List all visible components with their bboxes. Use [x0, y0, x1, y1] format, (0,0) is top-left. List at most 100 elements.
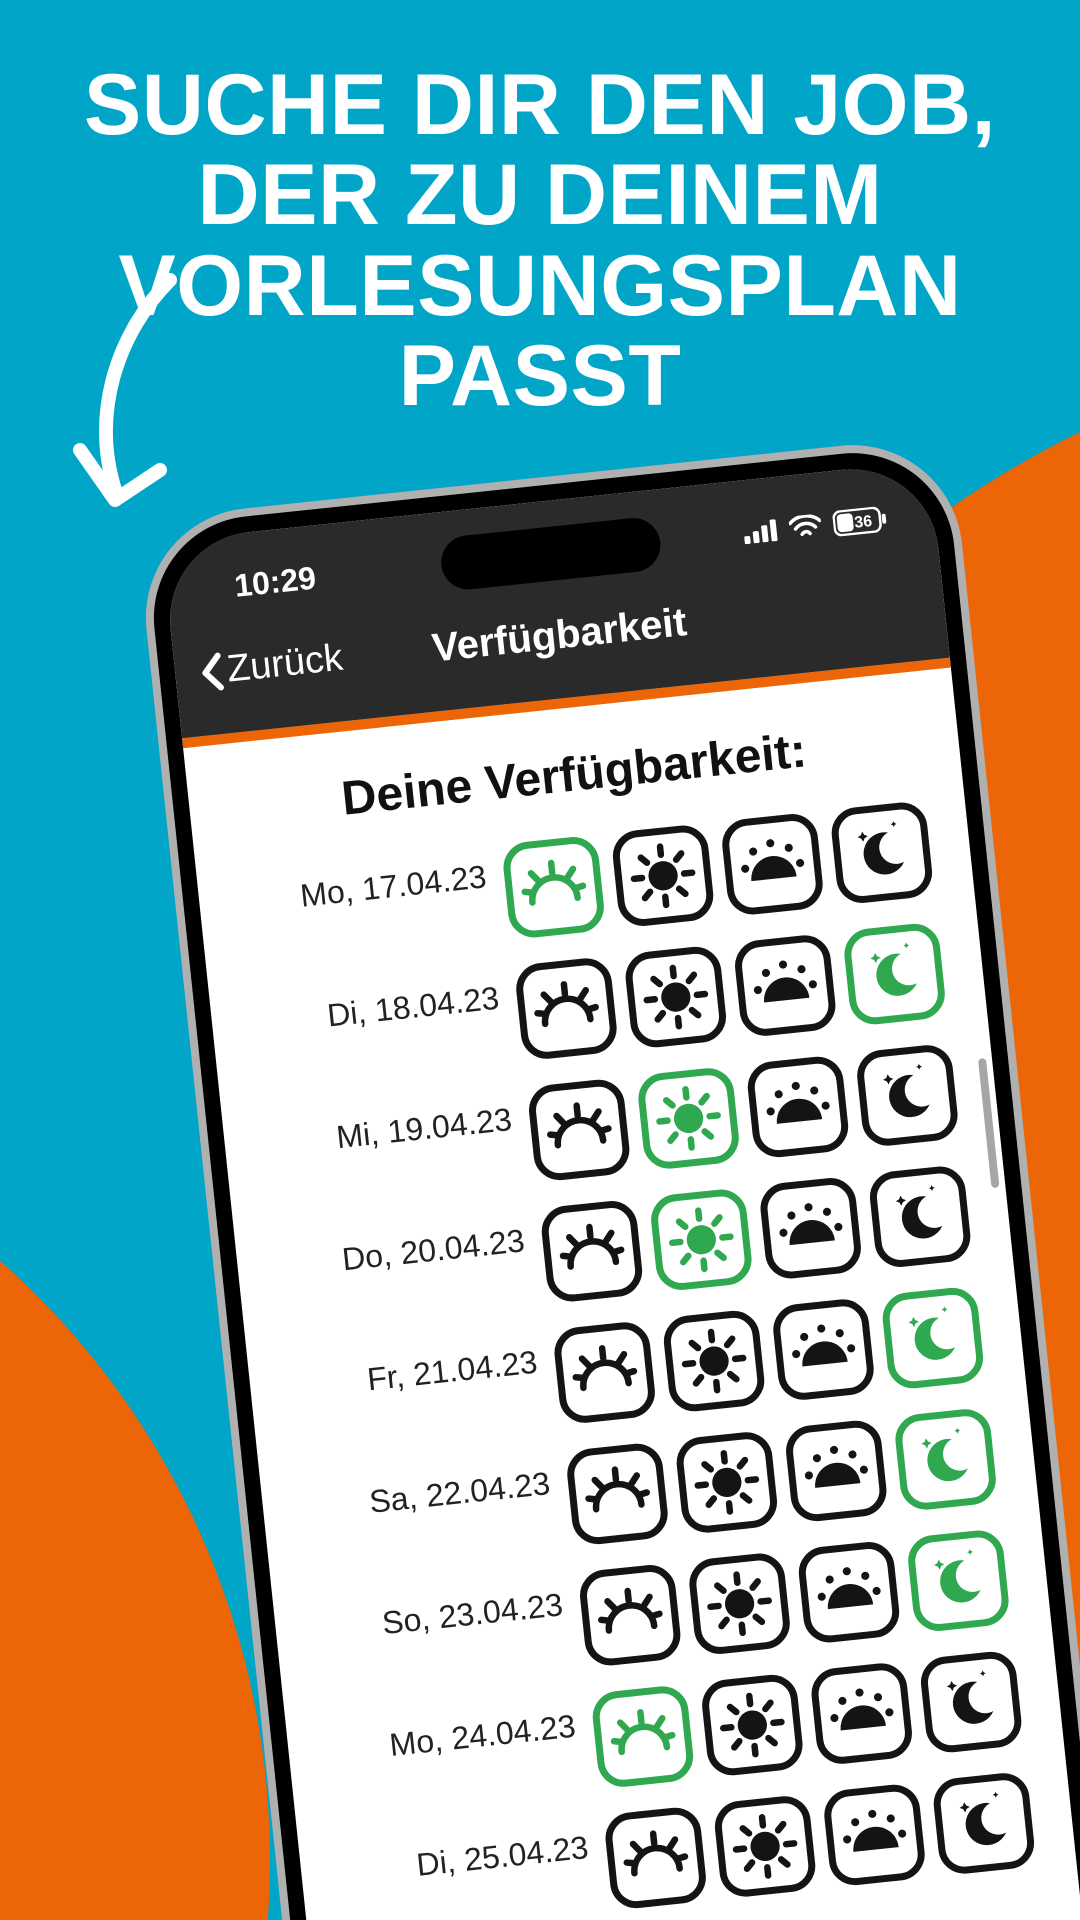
midday-icon: [658, 1197, 744, 1283]
midday-icon: [633, 954, 719, 1040]
morning-icon: [536, 1087, 622, 1173]
slots-group: [501, 800, 935, 940]
morning-icon: [524, 966, 610, 1052]
slot-morning[interactable]: [603, 1805, 709, 1911]
nav-title: Verfügbarkeit: [430, 600, 689, 671]
day-label: So, 23.04.23: [301, 1574, 569, 1650]
slot-morning[interactable]: [565, 1441, 671, 1547]
slot-evening[interactable]: [732, 933, 838, 1039]
slot-midday[interactable]: [687, 1551, 793, 1657]
battery-icon: 36: [832, 505, 888, 537]
slot-morning[interactable]: [539, 1198, 645, 1304]
slot-morning[interactable]: [552, 1320, 658, 1426]
morning-icon: [549, 1208, 635, 1294]
slot-midday[interactable]: [700, 1672, 806, 1778]
slot-morning[interactable]: [526, 1077, 632, 1183]
slot-morning[interactable]: [577, 1562, 683, 1668]
slots-group: [565, 1407, 999, 1547]
day-label: Di, 18.04.23: [237, 967, 505, 1043]
phone-mockup: 10:29: [135, 434, 1080, 1920]
night-icon: [916, 1538, 1002, 1624]
morning-icon: [587, 1572, 673, 1658]
slot-night[interactable]: [931, 1771, 1037, 1877]
slot-evening[interactable]: [771, 1297, 877, 1403]
back-button[interactable]: Zurück: [197, 637, 345, 695]
slot-midday[interactable]: [674, 1430, 780, 1536]
midday-icon: [646, 1076, 732, 1162]
arrow-icon: [60, 270, 200, 530]
evening-icon: [781, 1307, 867, 1393]
slots-group: [577, 1528, 1011, 1668]
night-icon: [877, 1174, 963, 1260]
evening-icon: [768, 1185, 854, 1271]
svg-text:36: 36: [853, 512, 873, 531]
slot-morning[interactable]: [501, 834, 607, 940]
slots-group: [514, 921, 948, 1061]
night-icon: [865, 1053, 951, 1139]
midday-icon: [709, 1682, 795, 1768]
chevron-left-icon: [197, 651, 225, 693]
evening-icon: [819, 1671, 905, 1757]
midday-icon: [684, 1440, 770, 1526]
midday-icon: [722, 1804, 808, 1890]
evening-icon: [742, 943, 828, 1029]
morning-icon: [600, 1694, 686, 1780]
slot-night[interactable]: [855, 1043, 961, 1149]
slot-midday[interactable]: [623, 944, 729, 1050]
wifi-icon: [788, 513, 822, 540]
evening-icon: [730, 821, 816, 907]
evening-icon: [806, 1549, 892, 1635]
slot-night[interactable]: [867, 1164, 973, 1270]
promo-stage: SUCHE DIR DEN JOB, DER ZU DEINEM VORLESU…: [0, 0, 1080, 1920]
slot-morning[interactable]: [514, 956, 620, 1062]
night-icon: [839, 810, 925, 896]
status-time: 10:29: [233, 560, 318, 605]
slot-midday[interactable]: [636, 1066, 742, 1172]
phone-screen: 10:29: [161, 461, 1080, 1920]
cellular-icon: [743, 518, 779, 543]
slots-group: [552, 1285, 986, 1425]
day-label: Mi, 19.04.23: [250, 1089, 518, 1165]
night-icon: [928, 1659, 1014, 1745]
midday-icon: [620, 833, 706, 919]
night-icon: [903, 1417, 989, 1503]
night-icon: [890, 1295, 976, 1381]
slot-evening[interactable]: [745, 1054, 851, 1160]
slots-group: [590, 1649, 1024, 1789]
slot-evening[interactable]: [758, 1175, 864, 1281]
slot-evening[interactable]: [783, 1418, 889, 1524]
slot-night[interactable]: [893, 1407, 999, 1513]
slot-night[interactable]: [906, 1528, 1012, 1634]
slot-night[interactable]: [918, 1649, 1024, 1755]
morning-icon: [511, 844, 597, 930]
midday-icon: [697, 1561, 783, 1647]
evening-icon: [755, 1064, 841, 1150]
morning-icon: [613, 1815, 699, 1901]
back-label: Zurück: [225, 637, 345, 692]
slot-night[interactable]: [829, 800, 935, 906]
slot-night[interactable]: [880, 1285, 986, 1391]
slot-night[interactable]: [842, 921, 948, 1027]
night-icon: [941, 1781, 1027, 1867]
slot-midday[interactable]: [649, 1187, 755, 1293]
morning-icon: [562, 1330, 648, 1416]
slot-evening[interactable]: [822, 1782, 928, 1888]
midday-icon: [671, 1318, 757, 1404]
slot-midday[interactable]: [661, 1308, 767, 1414]
slot-morning[interactable]: [590, 1684, 696, 1790]
night-icon: [852, 931, 938, 1017]
slot-evening[interactable]: [720, 811, 826, 917]
slots-group: [526, 1043, 960, 1183]
content-area: Deine Verfügbarkeit: Mo, 17.04.23Di, 18.…: [183, 668, 1076, 1920]
day-label: Do, 20.04.23: [263, 1210, 531, 1286]
slots-group: [539, 1164, 973, 1304]
day-label: Mo, 17.04.23: [224, 846, 492, 922]
slot-evening[interactable]: [809, 1661, 915, 1767]
slot-evening[interactable]: [796, 1539, 902, 1645]
day-label: Di, 25.04.23: [326, 1817, 594, 1893]
morning-icon: [575, 1451, 661, 1537]
slot-midday[interactable]: [610, 823, 716, 929]
slot-midday[interactable]: [712, 1794, 818, 1900]
evening-icon: [832, 1792, 918, 1878]
day-label: Mo, 24.04.23: [314, 1695, 582, 1771]
